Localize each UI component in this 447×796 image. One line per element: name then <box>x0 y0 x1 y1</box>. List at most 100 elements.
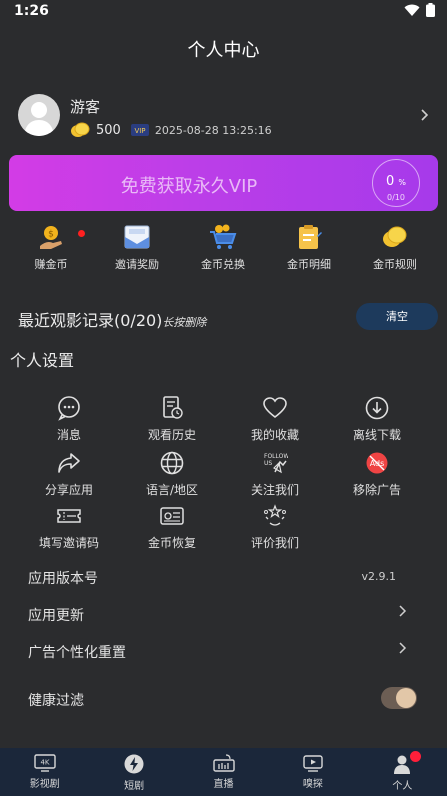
page-title: 个人中心 <box>187 40 260 61</box>
status-icons <box>404 3 435 17</box>
notification-dot <box>78 230 85 237</box>
profile-card[interactable]: 游客 500 VIP 2025-08-28 13:25:16 <box>18 94 432 142</box>
avatar[interactable] <box>18 94 60 136</box>
coin-menu-label: 金币明细 <box>287 258 331 271</box>
live-icon <box>212 754 235 772</box>
enter-invite-code-button[interactable]: 填写邀请码 <box>27 503 111 551</box>
battery-icon <box>426 3 435 17</box>
coin-rules-button[interactable]: 金币规则 <box>352 224 438 276</box>
long-press-hint: 长按删除 <box>162 316 207 329</box>
recent-history-header: 最近观影记录(0/20)长按删除 清空 <box>18 303 438 331</box>
rate-us-button[interactable]: 评价我们 <box>233 503 317 551</box>
grid-label: 移除广告 <box>352 483 401 497</box>
coin-menu-label: 赚金币 <box>34 258 68 271</box>
ticket-icon <box>57 509 81 523</box>
vip-progress-percent: 0 % <box>385 174 407 189</box>
coin-rules-icon <box>383 226 407 247</box>
wifi-icon <box>404 4 420 16</box>
health-filter-row: 健康过滤 <box>28 687 420 711</box>
globe-icon <box>160 451 184 475</box>
app-version-row: 应用版本号 v2.9.1 <box>28 565 420 589</box>
share-icon <box>58 453 80 473</box>
remove-ads-button[interactable]: Ads 移除广告 <box>335 450 419 498</box>
health-filter-label: 健康过滤 <box>28 693 84 709</box>
app-version-label: 应用版本号 <box>28 571 98 587</box>
ad-personalization-reset-label: 广告个性化重置 <box>28 645 126 661</box>
invite-reward-button[interactable]: 邀请奖励 <box>94 224 180 276</box>
vip-banner-label: 免费获取永久VIP <box>120 176 258 197</box>
chevron-right-icon[interactable] <box>420 108 430 122</box>
toggle-knob <box>396 688 416 708</box>
coin-menu-label: 金币规则 <box>373 258 417 271</box>
follow-us-button[interactable]: FOLLOW US 关注我们 <box>233 450 317 498</box>
watch-history-button[interactable]: 观看历史 <box>130 395 214 443</box>
language-region-button[interactable]: 语言/地区 <box>130 450 214 498</box>
bottom-nav: 4K 影视剧 短剧 直播 嗅探 个人 <box>0 748 447 796</box>
my-favorites-button[interactable]: 我的收藏 <box>233 395 317 443</box>
app-update-label: 应用更新 <box>28 608 84 624</box>
vip-progress-ring: 0 % 0/10 <box>372 159 420 207</box>
earn-coins-button[interactable]: $ 赚金币 <box>8 224 94 276</box>
coin-details-icon <box>299 225 322 249</box>
svg-text:$: $ <box>48 230 54 240</box>
status-bar: 1:26 <box>0 0 447 24</box>
nav-tab-movies[interactable]: 4K 影视剧 <box>0 748 89 796</box>
grid-label: 关注我们 <box>250 483 299 497</box>
coin-exchange-button[interactable]: 金币兑换 <box>180 224 266 276</box>
svg-text:4K: 4K <box>40 759 49 767</box>
coin-menu-label: 金币兑换 <box>201 258 245 271</box>
user-avatar-icon <box>24 102 54 136</box>
grid-label: 填写邀请码 <box>38 536 99 550</box>
coin-balance-row: 500 VIP 2025-08-28 13:25:16 <box>70 122 272 138</box>
personal-settings-title: 个人设置 <box>10 351 75 370</box>
grid-label: 我的收藏 <box>250 428 299 442</box>
vip-progress-fraction: 0/10 <box>387 193 405 202</box>
app-update-row[interactable]: 应用更新 <box>28 602 420 626</box>
grid-label: 评价我们 <box>250 536 299 550</box>
grid-label: 离线下载 <box>352 428 401 442</box>
ad-personalization-reset-row[interactable]: 广告个性化重置 <box>28 639 420 663</box>
rate-icon <box>264 504 286 526</box>
share-app-button[interactable]: 分享应用 <box>27 450 111 498</box>
remove-ads-icon: Ads <box>366 452 388 474</box>
nav-tab-profile[interactable]: 个人 <box>358 748 447 796</box>
messages-button[interactable]: 消息 <box>27 395 111 443</box>
grid-label: 语言/地区 <box>145 483 199 497</box>
chevron-right-icon <box>399 605 407 617</box>
grid-label: 消息 <box>56 428 81 442</box>
message-icon <box>58 396 80 421</box>
offline-download-button[interactable]: 离线下载 <box>335 395 419 443</box>
clear-history-button[interactable]: 清空 <box>356 303 438 330</box>
vip-badge-icon: VIP <box>130 124 149 136</box>
username: 游客 <box>70 98 101 116</box>
nav-label: 短剧 <box>124 781 145 792</box>
heart-icon <box>263 397 287 419</box>
earn-coins-icon: $ <box>40 226 62 249</box>
health-filter-toggle[interactable] <box>381 687 417 709</box>
svg-text:VIP: VIP <box>134 127 145 135</box>
nav-tab-live[interactable]: 直播 <box>179 748 268 796</box>
nav-label: 影视剧 <box>29 779 60 790</box>
nav-label: 个人 <box>392 781 413 792</box>
nav-label: 直播 <box>213 779 234 790</box>
invite-icon <box>124 225 150 249</box>
follow-us-icon: FOLLOWUS <box>264 453 288 474</box>
free-vip-banner[interactable]: 免费获取永久VIP 0 % 0/10 <box>9 155 438 211</box>
grid-label: 金币恢复 <box>147 536 196 550</box>
coin-restore-button[interactable]: 金币恢复 <box>130 503 214 551</box>
notification-badge <box>409 751 421 762</box>
coin-restore-icon <box>160 507 184 525</box>
nav-tab-sniff[interactable]: 嗅探 <box>268 748 357 796</box>
status-time: 1:26 <box>14 3 49 19</box>
sniff-icon <box>303 755 323 772</box>
4k-icon: 4K <box>34 754 56 772</box>
history-icon <box>163 396 183 419</box>
chevron-right-icon <box>399 642 407 654</box>
coin-details-button[interactable]: 金币明细 <box>266 224 352 276</box>
nav-tab-short-drama[interactable]: 短剧 <box>89 748 178 796</box>
lightning-icon <box>124 754 144 774</box>
grid-label: 观看历史 <box>147 428 196 442</box>
coin-stack-icon <box>71 122 90 137</box>
profile-date: 2025-08-28 13:25:16 <box>154 123 272 137</box>
coin-count: 500 <box>96 122 121 138</box>
